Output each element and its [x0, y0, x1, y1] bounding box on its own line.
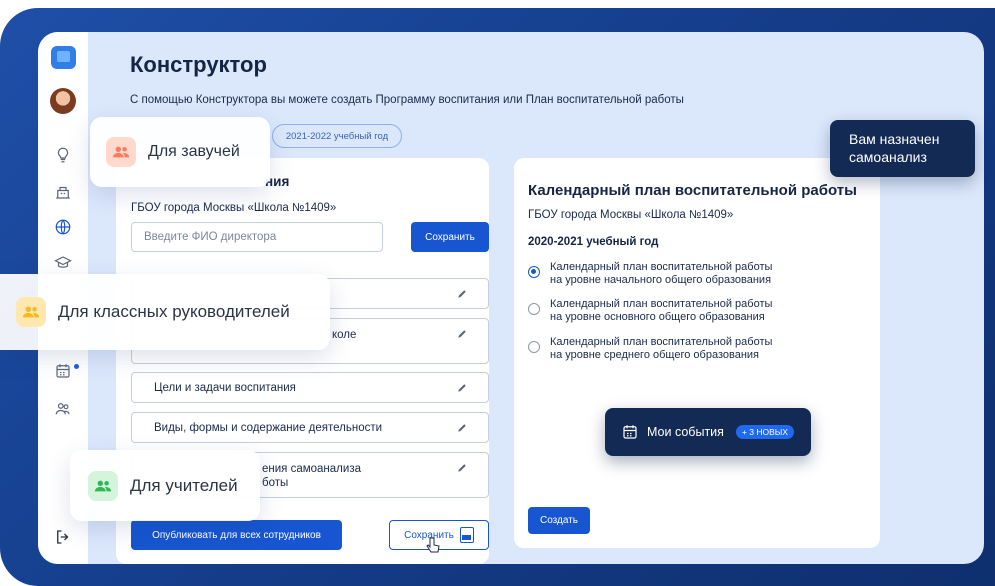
plan-option-primary[interactable]: Календарный план воспитательной работы н… — [528, 261, 772, 287]
pencil-icon[interactable] — [456, 288, 468, 300]
plan-option-line1: Календарный план воспитательной работы — [550, 298, 773, 310]
pencil-icon[interactable] — [456, 462, 468, 474]
pencil-icon[interactable] — [456, 328, 468, 340]
audience-class-teachers[interactable]: Для классных руководителей — [0, 274, 330, 350]
calendar-plan-title: Календарный план воспитательной работы — [528, 182, 857, 199]
radio[interactable] — [528, 341, 540, 353]
globe-icon[interactable] — [52, 216, 74, 238]
plan-option-line2: на уровне среднего общего образования — [550, 349, 759, 361]
year-chip[interactable]: 2021-2022 учебный год — [272, 124, 402, 148]
plan-option-line1: Календарный план воспитательной работы — [550, 261, 773, 273]
building-icon[interactable] — [52, 181, 74, 203]
section-item[interactable]: Виды, формы и содержание деятельности — [131, 412, 489, 443]
users-icon[interactable] — [52, 398, 74, 420]
section-item-label: коле — [332, 329, 357, 341]
users-icon — [106, 137, 136, 167]
pdf-icon — [459, 527, 474, 543]
section-item-label: ения самоанализа — [262, 463, 361, 475]
graduation-cap-icon[interactable] — [52, 252, 74, 274]
section-item-label: боты — [262, 477, 289, 489]
avatar[interactable] — [50, 88, 76, 114]
logo-icon[interactable] — [51, 46, 76, 69]
self-analysis-line2: самоанализ — [849, 149, 927, 165]
save-director-button[interactable]: Сохранить — [411, 222, 489, 252]
pencil-icon[interactable] — [456, 382, 468, 394]
section-item[interactable]: Цели и задачи воспитания — [131, 372, 489, 403]
plan-option-line2: на уровне основного общего образования — [550, 311, 765, 323]
calendar-plan-year: 2020-2021 учебный год — [528, 236, 659, 248]
self-analysis-toast[interactable]: Вам назначен самоанализ — [830, 120, 975, 177]
lightbulb-icon[interactable] — [52, 144, 74, 166]
radio-checked[interactable] — [528, 266, 540, 278]
users-icon — [16, 297, 46, 327]
logout-icon[interactable] — [52, 526, 74, 548]
section-item-label: Цели и задачи воспитания — [154, 382, 296, 394]
pencil-icon[interactable] — [456, 422, 468, 434]
page-subtitle: С помощью Конструктора вы можете создать… — [130, 94, 684, 106]
audience-class-teachers-label: Для классных руководителей — [58, 302, 290, 321]
section-item-label: Виды, формы и содержание деятельности — [154, 422, 383, 434]
my-events-toast[interactable]: Мои события + 3 НОВЫХ — [605, 408, 811, 456]
hand-cursor-icon — [426, 537, 440, 553]
self-analysis-line1: Вам назначен — [849, 131, 940, 147]
calendar-icon[interactable] — [52, 360, 74, 382]
plan-option-secondary[interactable]: Календарный план воспитательной работы н… — [528, 336, 772, 362]
audience-deputies-label: Для завучей — [148, 143, 240, 160]
radio[interactable] — [528, 303, 540, 315]
calendar-plan-school: ГБОУ города Москвы «Школа №1409» — [528, 209, 734, 221]
audience-deputies[interactable]: Для завучей — [90, 117, 270, 187]
plan-option-line2: на уровне начального общего образования — [550, 274, 772, 286]
publish-button[interactable]: Опубликовать для всех сотрудников — [131, 520, 342, 550]
director-name-input[interactable] — [131, 222, 383, 252]
my-events-label: Мои события — [647, 425, 724, 439]
plan-option-basic[interactable]: Календарный план воспитательной работы н… — [528, 298, 772, 324]
calendar-icon — [623, 425, 637, 439]
audience-teachers[interactable]: Для учителей — [70, 450, 260, 521]
page-title: Конструктор — [130, 52, 267, 77]
create-button[interactable]: Создать — [528, 507, 590, 534]
program-card-school: ГБОУ города Москвы «Школа №1409» — [131, 202, 337, 214]
new-events-badge: + 3 НОВЫХ — [735, 425, 794, 439]
users-icon — [88, 470, 118, 501]
plan-option-line1: Календарный план воспитательной работы — [550, 336, 773, 348]
audience-teachers-label: Для учителей — [130, 475, 238, 495]
notification-dot — [74, 364, 79, 369]
